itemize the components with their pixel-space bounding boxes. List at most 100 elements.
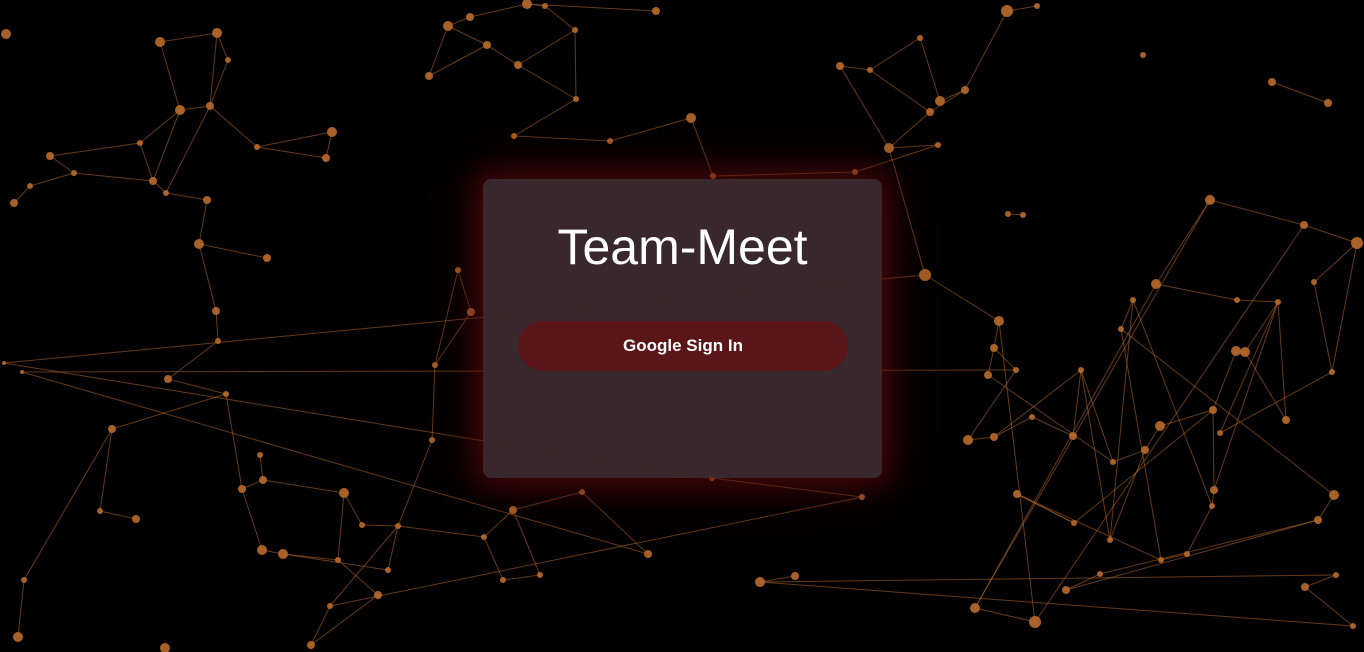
- network-node: [1069, 432, 1077, 440]
- network-link: [241, 488, 263, 551]
- network-node: [961, 86, 969, 94]
- network-node: [257, 452, 263, 458]
- network-node: [359, 522, 365, 528]
- network-node: [225, 57, 231, 63]
- network-link: [159, 32, 218, 43]
- network-node: [429, 437, 435, 443]
- network-node: [327, 603, 333, 609]
- network-node: [1140, 52, 1146, 58]
- network-node: [223, 391, 229, 397]
- network-node: [1311, 279, 1317, 285]
- network-link: [457, 269, 472, 313]
- network-link: [513, 135, 611, 142]
- network-link: [397, 525, 485, 538]
- network-node: [1240, 347, 1250, 357]
- network-link: [1016, 493, 1162, 561]
- network-node: [970, 603, 980, 613]
- network-node: [1324, 99, 1332, 107]
- google-sign-in-button[interactable]: Google Sign In: [518, 321, 848, 371]
- network-link: [310, 594, 379, 646]
- network-node: [385, 567, 391, 573]
- network-link: [29, 172, 75, 187]
- network-link: [502, 574, 541, 581]
- network-link: [225, 393, 243, 490]
- network-node: [537, 572, 543, 578]
- network-link: [486, 44, 519, 66]
- network-node: [1209, 503, 1215, 509]
- network-node: [1158, 557, 1164, 563]
- network-link: [759, 574, 1337, 583]
- network-node: [1184, 551, 1190, 557]
- network-link: [888, 147, 926, 276]
- network-node: [160, 643, 170, 652]
- network-link: [159, 41, 181, 111]
- network-node: [852, 169, 858, 175]
- network-link: [99, 510, 137, 520]
- network-node: [1234, 297, 1240, 303]
- network-node: [1350, 623, 1356, 629]
- network-link: [165, 105, 211, 194]
- network-node: [374, 591, 382, 599]
- network-link: [1120, 328, 1335, 496]
- network-node: [1333, 572, 1339, 578]
- network-node: [935, 142, 941, 148]
- network-link: [544, 5, 576, 31]
- network-link: [1155, 199, 1211, 285]
- network-node: [859, 494, 865, 500]
- network-node: [97, 508, 103, 514]
- network-node: [867, 67, 873, 73]
- network-link: [854, 144, 939, 173]
- network-node: [917, 35, 923, 41]
- network-node: [644, 550, 652, 558]
- network-node: [522, 0, 532, 9]
- network-link: [919, 37, 941, 102]
- network-link: [987, 374, 1114, 463]
- network-link: [712, 171, 856, 177]
- network-node: [1013, 367, 1019, 373]
- network-link: [690, 117, 714, 177]
- network-link: [198, 243, 268, 259]
- network-node: [137, 140, 143, 146]
- network-link: [434, 269, 459, 366]
- network-node: [149, 177, 157, 185]
- network-link: [431, 364, 436, 441]
- network-node: [1118, 326, 1124, 332]
- network-node: [1020, 212, 1026, 218]
- network-link: [165, 192, 208, 201]
- network-link: [1065, 519, 1319, 591]
- network-link: [869, 37, 921, 71]
- network-link: [1073, 409, 1214, 524]
- network-link: [1132, 299, 1213, 507]
- network-node: [254, 144, 260, 150]
- network-node: [1151, 279, 1161, 289]
- network-node: [607, 138, 613, 144]
- network-link: [839, 65, 871, 71]
- network-link: [609, 117, 692, 142]
- network-link: [974, 607, 1036, 623]
- network-node: [573, 96, 579, 102]
- network-node: [926, 108, 934, 116]
- network-node: [791, 572, 799, 580]
- network-link: [759, 581, 1354, 627]
- network-node: [1071, 520, 1077, 526]
- network-node: [1029, 616, 1041, 628]
- network-link: [1244, 301, 1279, 353]
- login-card: Team-Meet Google Sign In: [483, 179, 882, 478]
- network-node: [203, 196, 211, 204]
- network-link: [964, 10, 1008, 91]
- network-node: [21, 577, 27, 583]
- network-link: [513, 98, 577, 137]
- network-node: [1141, 446, 1149, 454]
- network-link: [1034, 224, 1305, 623]
- network-link: [1016, 493, 1075, 524]
- network-node: [108, 425, 116, 433]
- network-node: [432, 362, 438, 368]
- network-node: [1351, 237, 1363, 249]
- network-link: [1213, 301, 1279, 491]
- network-node: [1130, 297, 1136, 303]
- network-link: [1155, 283, 1238, 301]
- network-node: [1329, 490, 1339, 500]
- network-node: [1013, 490, 1021, 498]
- network-link: [1159, 409, 1214, 427]
- network-link: [198, 243, 217, 312]
